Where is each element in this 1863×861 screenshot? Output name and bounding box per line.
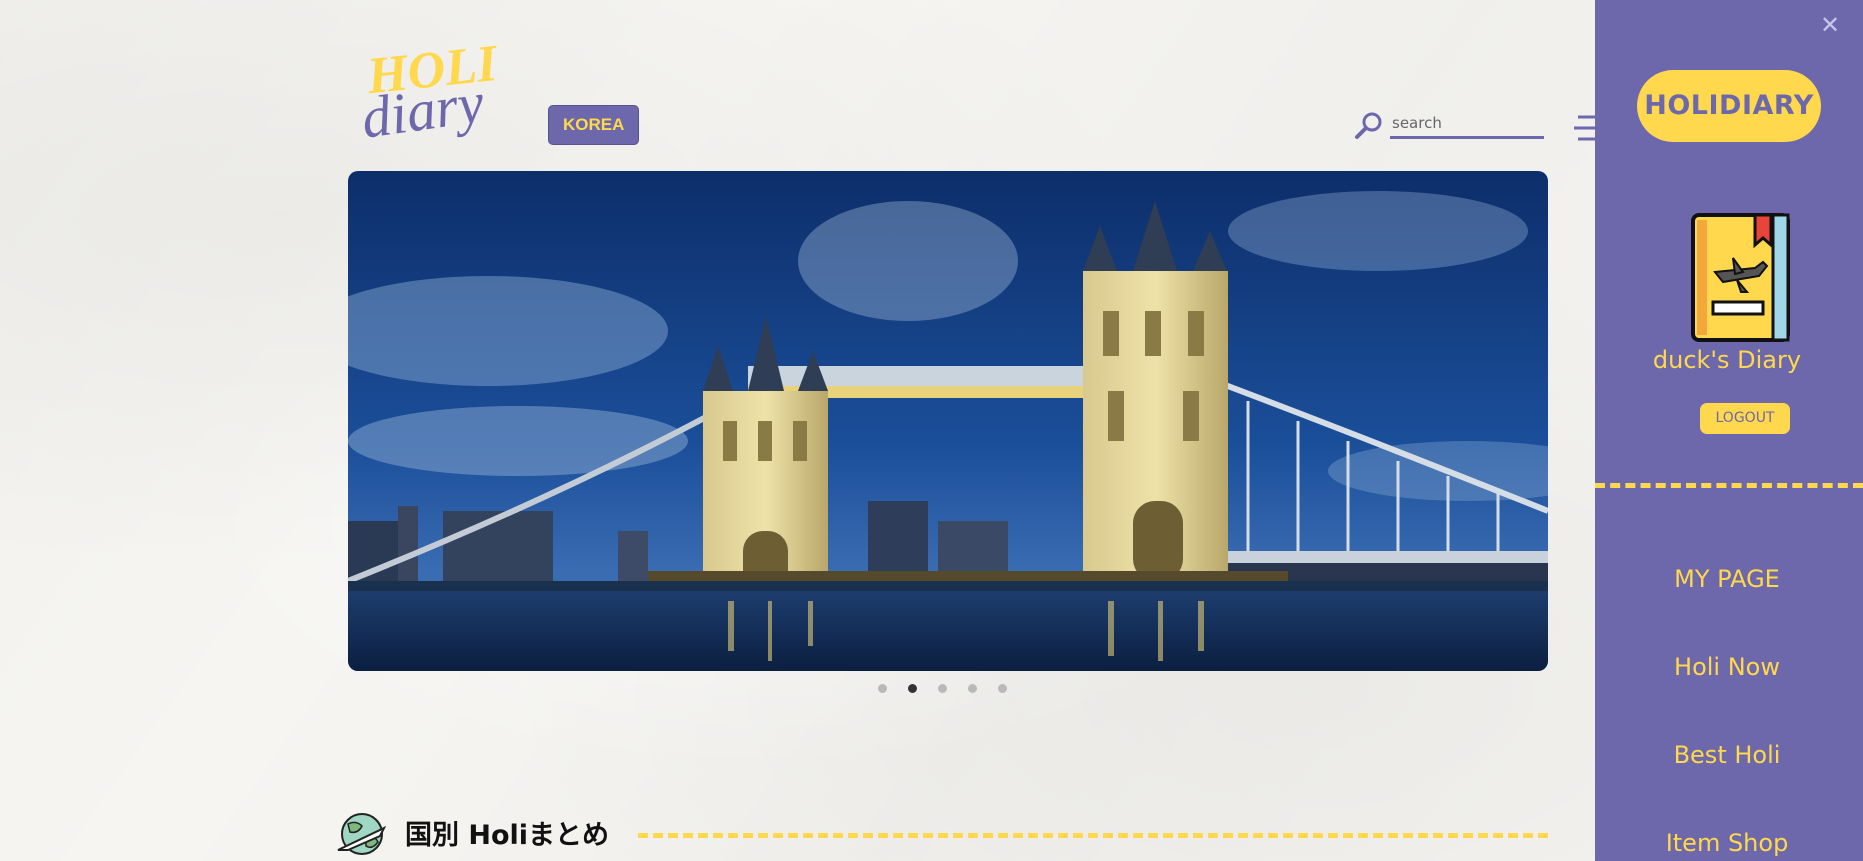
brand-pill[interactable]: HOLIDIARY	[1637, 70, 1821, 142]
diary-book-icon	[1691, 213, 1790, 342]
close-icon[interactable]: ✕	[1820, 13, 1840, 37]
menu-item-my-page[interactable]: MY PAGE	[1595, 565, 1859, 593]
search-icon[interactable]	[1354, 110, 1384, 140]
section-title: 国別 Holiまとめ	[405, 820, 610, 851]
user-name: duck's Diary	[1652, 346, 1802, 374]
carousel-dot[interactable]	[968, 684, 977, 693]
carousel-dot[interactable]	[998, 684, 1007, 693]
search-input[interactable]	[1390, 110, 1544, 139]
hamburger-menu-icon[interactable]	[1574, 114, 1596, 144]
panel-divider	[1595, 483, 1863, 488]
carousel-dot-active[interactable]	[908, 684, 917, 693]
section-divider	[638, 833, 1548, 838]
carousel-dot[interactable]	[938, 684, 947, 693]
menu-item-best-holi[interactable]: Best Holi	[1595, 741, 1859, 769]
hero-carousel[interactable]	[348, 171, 1548, 671]
menu-item-item-shop[interactable]: Item Shop	[1595, 829, 1859, 857]
carousel-dot[interactable]	[878, 684, 887, 693]
carousel-slide-image	[348, 171, 1548, 671]
globe-plane-icon	[337, 813, 387, 855]
side-panel: ✕ HOLIDIARY duck's Diary LOGOUT MY PAGE …	[1595, 0, 1863, 861]
menu-item-holi-now[interactable]: Holi Now	[1595, 653, 1859, 681]
country-badge[interactable]: KOREA	[548, 105, 640, 145]
holidiary-logo[interactable]: HOLI diary	[360, 30, 540, 145]
carousel-pagination	[878, 684, 1007, 693]
logout-button[interactable]: LOGOUT	[1700, 403, 1790, 434]
